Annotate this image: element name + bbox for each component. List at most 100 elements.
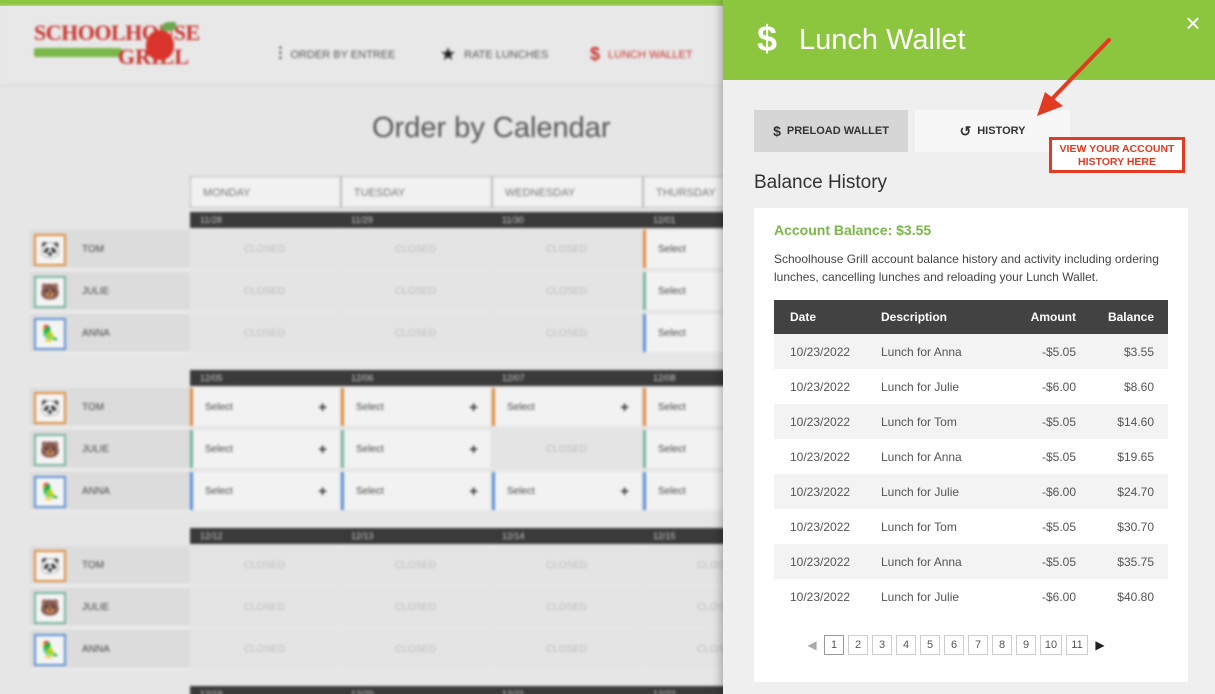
page-button[interactable]: 2	[848, 635, 868, 655]
select-label: Select	[507, 401, 535, 413]
avatar: 🦜	[34, 634, 66, 666]
date-label: 12/14	[502, 531, 525, 541]
tab-label: HISTORY	[977, 125, 1026, 137]
closed-cell: CLOSED	[492, 430, 641, 468]
select-lunch-cell[interactable]: Select +	[341, 472, 490, 510]
column-header: Balance	[1107, 310, 1154, 324]
app-root: SCHOOLHOUSE GRILL ⫶ ORDER BY ENTREE ★ RA…	[0, 0, 1215, 694]
page-button[interactable]: 6	[944, 635, 964, 655]
select-label: Select	[356, 443, 384, 455]
dollar-icon: $	[773, 123, 781, 139]
table-cell: -$5.05	[1041, 519, 1076, 534]
table-cell: Lunch for Julie	[881, 379, 960, 394]
page-button[interactable]: 8	[992, 635, 1012, 655]
kid-label: 🐻 JULIE	[30, 430, 190, 470]
nav-rate-lunches[interactable]: ★ RATE LUNCHES	[440, 44, 548, 65]
page-button[interactable]: 4	[896, 635, 916, 655]
kid-name: ANNA	[82, 486, 110, 497]
select-label: Select	[658, 285, 686, 297]
select-label: Select	[205, 401, 233, 413]
table-body: 10/23/2022 Lunch for Anna -$5.05 $3.55 10/23…	[774, 334, 1168, 614]
page-button[interactable]: 10	[1040, 635, 1062, 655]
table-cell: 10/23/2022	[790, 344, 851, 359]
history-table: Date Description Amount Balance 10/23/20…	[774, 300, 1168, 614]
plus-icon: +	[469, 482, 478, 500]
select-lunch-cell[interactable]: Select +	[492, 388, 641, 426]
closed-cell: CLOSED	[341, 314, 490, 352]
table-row: 10/23/2022 Lunch for Anna -$5.05 $19.65	[774, 439, 1168, 474]
tab-label: PRELOAD WALLET	[786, 125, 889, 137]
select-label: Select	[356, 401, 384, 413]
nav-label: ORDER BY ENTREE	[290, 48, 396, 61]
table-cell: Lunch for Julie	[881, 589, 960, 604]
schoolhouse-grill-logo[interactable]: SCHOOLHOUSE GRILL	[30, 20, 200, 80]
table-row: 10/23/2022 Lunch for Julie -$6.00 $40.80	[774, 579, 1168, 614]
table-cell: -$6.00	[1041, 484, 1076, 499]
kid-name: TOM	[82, 402, 105, 413]
table-cell: Lunch for Julie	[881, 484, 960, 499]
closed-cell: CLOSED	[190, 314, 339, 352]
page-title: Order by Calendar	[372, 112, 611, 144]
tab-preload-wallet[interactable]: $ PRELOAD WALLET	[754, 110, 908, 152]
select-lunch-cell[interactable]: Select +	[492, 472, 641, 510]
page-button[interactable]: 3	[872, 635, 892, 655]
date-label: 12/05	[200, 373, 223, 383]
select-label: Select	[658, 401, 686, 413]
table-cell: -$5.05	[1041, 554, 1076, 569]
table-header: Date Description Amount Balance	[774, 300, 1168, 334]
page-button[interactable]: 5	[920, 635, 940, 655]
select-lunch-cell[interactable]: Select +	[341, 430, 490, 468]
table-cell: Lunch for Anna	[881, 449, 962, 464]
table-cell: 10/23/2022	[790, 484, 851, 499]
page-button[interactable]: 11	[1066, 635, 1088, 655]
plus-icon: +	[469, 440, 478, 458]
kid-name: JULIE	[82, 286, 110, 297]
page-button[interactable]: 7	[968, 635, 988, 655]
date-label: 12/06	[351, 373, 374, 383]
table-cell: Lunch for Tom	[881, 519, 957, 534]
prev-page-icon[interactable]: ◀	[804, 638, 820, 652]
day-header: MONDAY	[190, 176, 341, 208]
date-label: 12/21	[502, 689, 525, 694]
plus-icon: +	[318, 398, 327, 416]
account-balance: Account Balance: $3.55	[774, 222, 932, 238]
nav-order-by-entree[interactable]: ⫶ ORDER BY ENTREE	[278, 44, 395, 65]
date-label: 11/30	[502, 215, 524, 225]
avatar: 🐻	[34, 434, 66, 466]
select-lunch-cell[interactable]: Select +	[190, 430, 339, 468]
dollar-icon: $	[757, 18, 778, 59]
table-cell: $24.70	[1117, 484, 1154, 499]
select-label: Select	[205, 485, 233, 497]
table-row: 10/23/2022 Lunch for Julie -$6.00 $8.60	[774, 369, 1168, 404]
leaf-icon	[162, 22, 176, 31]
kid-label: 🐻 JULIE	[30, 272, 190, 312]
select-lunch-cell[interactable]: Select +	[190, 388, 339, 426]
day-header-row: MONDAY TUESDAY WEDNESDAY THURSDAY	[190, 176, 794, 208]
drawer-title: Lunch Wallet	[799, 24, 966, 56]
date-label: 12/20	[351, 689, 374, 694]
nav-lunch-wallet[interactable]: $ LUNCH WALLET	[590, 44, 693, 65]
table-cell: 10/23/2022	[790, 379, 851, 394]
closed-cell: CLOSED	[190, 546, 339, 584]
kid-name: TOM	[82, 560, 105, 571]
select-lunch-cell[interactable]: Select +	[341, 388, 490, 426]
avatar: 🐼	[34, 234, 66, 266]
table-cell: Lunch for Anna	[881, 554, 962, 569]
next-page-icon[interactable]: ▶	[1092, 638, 1108, 652]
plus-icon: +	[318, 440, 327, 458]
table-row: 10/23/2022 Lunch for Anna -$5.05 $35.75	[774, 544, 1168, 579]
page-button[interactable]: 1	[824, 635, 844, 655]
page-button[interactable]: 9	[1016, 635, 1036, 655]
lunch-wallet-drawer: $ Lunch Wallet × $ PRELOAD WALLET ↺ HIST…	[723, 0, 1215, 694]
kid-label: 🐻 JULIE	[30, 588, 190, 628]
table-cell: Lunch for Tom	[881, 414, 957, 429]
avatar: 🦜	[34, 476, 66, 508]
select-lunch-cell[interactable]: Select +	[190, 472, 339, 510]
kid-name: ANNA	[82, 328, 110, 339]
table-cell: $8.60	[1123, 379, 1154, 394]
avatar: 🐼	[34, 392, 66, 424]
select-label: Select	[658, 485, 686, 497]
kid-label: 🦜 ANNA	[30, 314, 190, 354]
closed-cell: CLOSED	[190, 630, 339, 668]
close-icon[interactable]: ×	[1180, 10, 1206, 36]
